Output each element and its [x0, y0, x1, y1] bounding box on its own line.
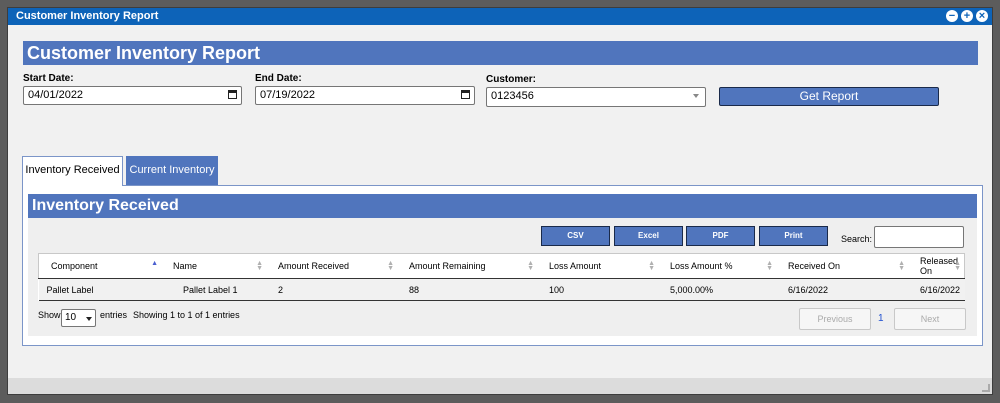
- maximize-icon[interactable]: +: [961, 10, 973, 22]
- entries-label: entries: [100, 310, 128, 320]
- entries-value: 10: [65, 312, 77, 323]
- resize-grip-icon[interactable]: [982, 384, 990, 392]
- print-button[interactable]: Print: [759, 226, 828, 246]
- tab-inventory-received[interactable]: Inventory Received: [22, 156, 123, 186]
- report-window: Customer Inventory Report − + × Customer…: [7, 7, 993, 395]
- customer-select[interactable]: 0123456: [486, 87, 706, 107]
- window-status-bar: [8, 378, 992, 394]
- column-header-amount-remaining[interactable]: Amount Remaining ▲ ▼: [397, 253, 537, 279]
- sort-icon: ▲ ▼: [648, 260, 655, 272]
- column-header-amount-received[interactable]: Amount Received ▲ ▼: [266, 253, 397, 279]
- column-label: Released On: [920, 256, 959, 276]
- sort-icon: ▲: [151, 260, 158, 267]
- column-label: Amount Remaining: [409, 261, 486, 271]
- start-date-label: Start Date:: [23, 73, 74, 84]
- column-label: Component: [51, 261, 98, 271]
- table-row[interactable]: Pallet Label Pallet Label 1 2 88 100 5,0…: [38, 278, 965, 301]
- column-header-released-on[interactable]: Released On ▲ ▼: [908, 253, 965, 279]
- column-label: Loss Amount: [549, 261, 602, 271]
- table-cell: 2: [266, 278, 397, 301]
- pdf-button[interactable]: PDF: [686, 226, 755, 246]
- window-title: Customer Inventory Report: [16, 10, 159, 22]
- table-container: CSV Excel PDF Print Search: Component ▲ N…: [28, 218, 977, 336]
- table-cell: 88: [397, 278, 537, 301]
- column-label: Amount Received: [278, 261, 350, 271]
- page-1-link[interactable]: 1: [878, 313, 884, 324]
- show-label: Show: [38, 310, 61, 320]
- chevron-down-icon: [86, 317, 92, 321]
- table-cell: 5,000.00%: [658, 278, 776, 301]
- sort-icon: ▲ ▼: [387, 260, 394, 272]
- search-input[interactable]: [874, 226, 964, 248]
- tab-current-inventory[interactable]: Current Inventory: [126, 156, 218, 185]
- close-icon[interactable]: ×: [976, 10, 988, 22]
- table-cell: Pallet Label: [38, 278, 161, 301]
- end-date-value: 07/19/2022: [260, 89, 316, 101]
- customer-value: 0123456: [491, 90, 534, 102]
- excel-button[interactable]: Excel: [614, 226, 683, 246]
- calendar-icon[interactable]: [228, 90, 237, 99]
- chevron-down-icon: [693, 94, 699, 98]
- window-controls: − + ×: [946, 10, 988, 22]
- column-label: Loss Amount %: [670, 261, 733, 271]
- column-label: Name: [173, 261, 198, 271]
- table-cell: 6/16/2022: [776, 278, 908, 301]
- column-header-loss-amount-pct[interactable]: Loss Amount % ▲ ▼: [658, 253, 776, 279]
- table-cell: 6/16/2022: [908, 278, 965, 301]
- start-date-field[interactable]: 04/01/2022: [23, 86, 242, 105]
- column-header-received-on[interactable]: Received On ▲ ▼: [776, 253, 908, 279]
- sort-icon: ▲ ▼: [766, 260, 773, 272]
- next-button[interactable]: Next: [894, 308, 966, 330]
- inventory-table: Component ▲ Name ▲ ▼ Amount Received ▲ ▼ Amou…: [38, 253, 965, 301]
- section-title: Inventory Received: [28, 194, 977, 218]
- column-header-component[interactable]: Component ▲: [38, 253, 161, 279]
- table-cell: 100: [537, 278, 658, 301]
- end-date-label: End Date:: [255, 73, 302, 84]
- tab-panel: Inventory Received CSV Excel PDF Print S…: [22, 185, 983, 346]
- column-label: Received On: [788, 261, 841, 271]
- start-date-value: 04/01/2022: [28, 89, 84, 101]
- end-date-field[interactable]: 07/19/2022: [255, 86, 475, 105]
- table-info: Showing 1 to 1 of 1 entries: [133, 310, 240, 320]
- get-report-button[interactable]: Get Report: [719, 87, 939, 106]
- previous-button[interactable]: Previous: [799, 308, 871, 330]
- csv-button[interactable]: CSV: [541, 226, 610, 246]
- column-header-name[interactable]: Name ▲ ▼: [161, 253, 266, 279]
- column-header-loss-amount[interactable]: Loss Amount ▲ ▼: [537, 253, 658, 279]
- sort-icon: ▲ ▼: [527, 260, 534, 272]
- entries-select[interactable]: 10: [61, 309, 96, 327]
- page-title: Customer Inventory Report: [23, 41, 978, 65]
- calendar-icon[interactable]: [461, 90, 470, 99]
- search-label: Search:: [841, 234, 873, 244]
- sort-icon: ▲ ▼: [954, 260, 961, 272]
- table-header-row: Component ▲ Name ▲ ▼ Amount Received ▲ ▼ Amou…: [38, 253, 965, 279]
- customer-label: Customer:: [486, 74, 537, 85]
- sort-icon: ▲ ▼: [256, 260, 263, 272]
- table-cell: Pallet Label 1: [161, 278, 266, 301]
- window-titlebar[interactable]: Customer Inventory Report − + ×: [8, 8, 992, 25]
- minimize-icon[interactable]: −: [946, 10, 958, 22]
- sort-icon: ▲ ▼: [898, 260, 905, 272]
